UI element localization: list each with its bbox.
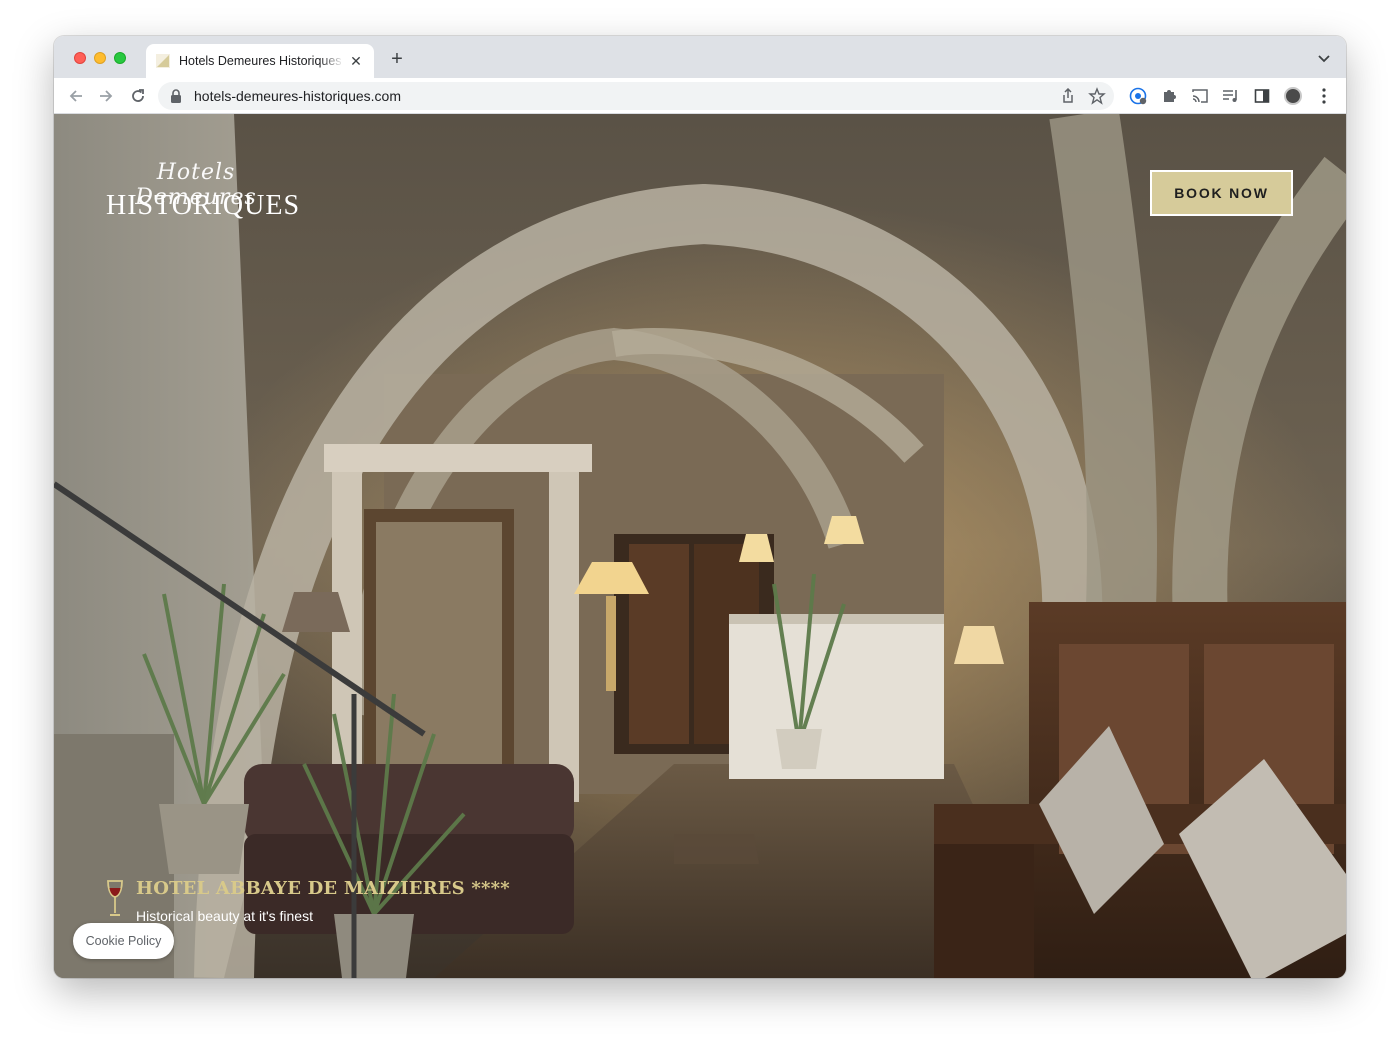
site-logo[interactable]: Hotels Demeures HISTORIQUES — [106, 160, 301, 224]
forward-button[interactable] — [96, 86, 116, 106]
side-panel-icon[interactable] — [1253, 87, 1271, 105]
back-button[interactable] — [66, 86, 86, 106]
more-menu-icon[interactable] — [1315, 87, 1333, 105]
cookie-policy-button[interactable]: Cookie Policy — [73, 923, 174, 959]
logo-main-text: HISTORIQUES — [106, 190, 301, 221]
tab-search-chevron-icon[interactable] — [1316, 50, 1332, 66]
featured-hotel-caption[interactable]: HOTEL ABBAYE DE MAIZIERES **** Historica… — [106, 878, 526, 930]
profile-avatar[interactable] — [1284, 87, 1302, 105]
book-now-button[interactable]: BOOK NOW — [1150, 170, 1293, 216]
reload-icon — [132, 89, 144, 102]
browser-toolbar: hotels-demeures-historiques.com — [54, 78, 1346, 114]
tab-strip: Hotels Demeures Historiques Bourgogne ✕ … — [54, 36, 1346, 78]
browser-window: Hotels Demeures Historiques Bourgogne ✕ … — [54, 36, 1346, 978]
password-manager-glyph — [1129, 87, 1147, 105]
kebab-glyph — [1322, 88, 1326, 104]
hotel-name: HOTEL ABBAYE DE MAIZIERES **** — [136, 878, 510, 899]
minimize-window-button[interactable] — [94, 52, 106, 64]
close-window-button[interactable] — [74, 52, 86, 64]
arrow-right-icon — [100, 90, 113, 102]
hotel-tagline: Historical beauty at it's finest — [136, 908, 313, 924]
star-icon[interactable] — [1088, 87, 1106, 105]
hero-background-image — [54, 114, 1346, 978]
side-panel-glyph — [1254, 89, 1270, 103]
wine-glass-icon — [107, 880, 123, 916]
site-favicon-icon — [156, 54, 170, 68]
password-manager-icon[interactable] — [1129, 87, 1147, 105]
media-queue-icon[interactable] — [1222, 87, 1240, 105]
reload-button[interactable] — [128, 86, 148, 106]
browser-tab-active[interactable]: Hotels Demeures Historiques Bourgogne ✕ — [146, 44, 374, 78]
cast-glyph — [1192, 89, 1208, 103]
puzzle-extension-icon[interactable] — [1160, 87, 1178, 105]
share-icon[interactable] — [1060, 88, 1076, 104]
cast-icon[interactable] — [1191, 87, 1209, 105]
media-queue-glyph — [1223, 90, 1237, 102]
close-tab-icon[interactable]: ✕ — [348, 53, 364, 69]
avatar-image — [1284, 87, 1302, 105]
tab-title: Hotels Demeures Historiques Bourgogne — [179, 54, 344, 68]
address-bar[interactable]: hotels-demeures-historiques.com — [158, 82, 1114, 110]
url-text: hotels-demeures-historiques.com — [194, 88, 401, 104]
maximize-window-button[interactable] — [114, 52, 126, 64]
arrow-left-icon — [69, 90, 82, 102]
new-tab-button[interactable]: + — [386, 49, 408, 71]
page-viewport: Hotels Demeures HISTORIQUES BOOK NOW HOT… — [54, 114, 1346, 978]
puzzle-glyph — [1164, 90, 1176, 102]
lock-icon — [171, 89, 181, 103]
